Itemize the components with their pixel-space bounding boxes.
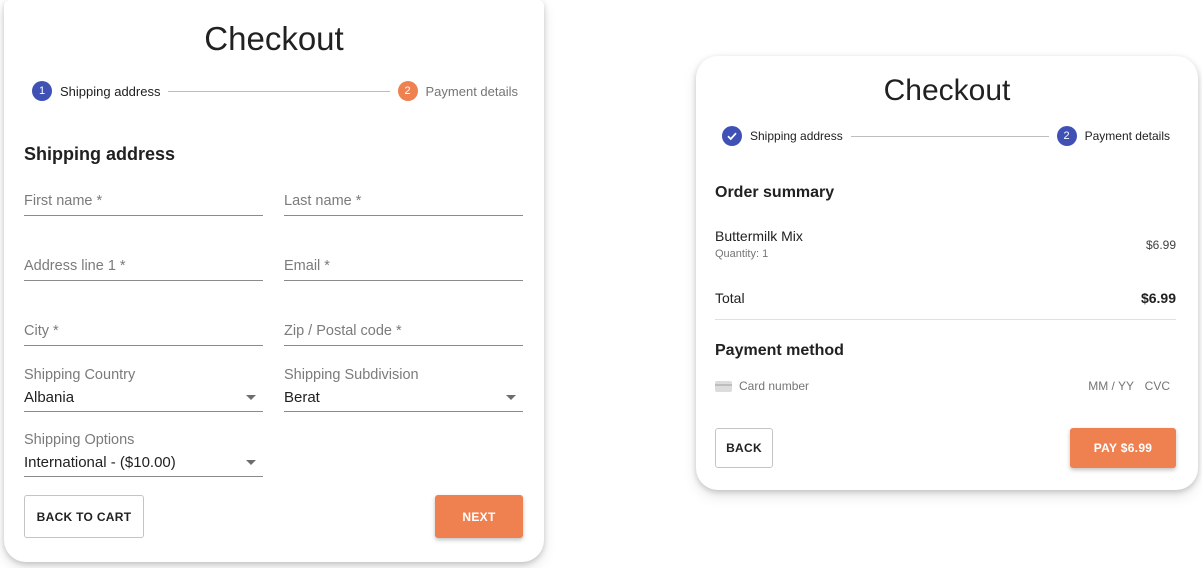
step-number-circle: 1	[32, 81, 52, 101]
city-field[interactable]: City *	[24, 316, 263, 346]
first-name-placeholder: First name *	[24, 193, 103, 209]
step-payment-details: 2 Payment details	[1056, 126, 1170, 146]
card-cvc-placeholder: CVC	[1144, 379, 1170, 393]
shipping-country-select[interactable]: Shipping Country Albania	[24, 367, 263, 412]
shipping-subdivision-value: Berat	[284, 389, 320, 406]
chevron-down-icon	[506, 395, 516, 400]
card-expiry-placeholder: MM / YY	[1088, 379, 1134, 393]
total-value: $6.99	[1140, 290, 1176, 306]
checkout-stepper: 1 Shipping address 2 Payment details	[32, 81, 518, 101]
step-label: Shipping address	[60, 83, 161, 99]
shipping-options-label: Shipping Options	[24, 432, 135, 448]
address-line1-placeholder: Address line 1 *	[24, 258, 126, 274]
step-label: Payment details	[425, 83, 519, 99]
chevron-down-icon	[246, 395, 256, 400]
back-button[interactable]: BACK	[715, 428, 773, 468]
step-shipping-address: Shipping address	[722, 126, 843, 146]
check-icon	[722, 126, 742, 146]
step-connector	[168, 90, 390, 92]
first-name-field[interactable]: First name *	[24, 186, 263, 216]
zip-placeholder: Zip / Postal code *	[284, 323, 402, 339]
step-label: Payment details	[1084, 129, 1170, 143]
step-label: Shipping address	[750, 129, 843, 143]
payment-checkout-card: Checkout Shipping address 2 Payment deta…	[696, 56, 1198, 490]
back-to-cart-button[interactable]: BACK TO CART	[24, 495, 144, 538]
address-line1-field[interactable]: Address line 1 *	[24, 251, 263, 281]
section-title: Shipping address	[24, 144, 176, 164]
order-summary-title: Order summary	[715, 184, 835, 201]
divider	[715, 319, 1176, 320]
step-payment-details: 2 Payment details	[397, 81, 519, 101]
checkout-title: Checkout	[204, 20, 344, 57]
step-connector	[850, 135, 1049, 137]
shipping-subdivision-select[interactable]: Shipping Subdivision Berat	[284, 367, 523, 412]
card-number-placeholder: Card number	[739, 379, 810, 393]
step-number-circle: 2	[397, 81, 418, 101]
item-name: Buttermilk Mix	[715, 228, 803, 244]
shipping-options-value: International - ($10.00)	[24, 454, 176, 471]
step-shipping-address: 1 Shipping address	[32, 81, 160, 101]
credit-card-icon	[715, 381, 732, 392]
shipping-subdivision-label: Shipping Subdivision	[284, 367, 419, 383]
shipping-checkout-card: Checkout 1 Shipping address 2 Payment de…	[4, 0, 544, 562]
step-number-circle: 2	[1056, 126, 1077, 146]
email-placeholder: Email *	[284, 258, 330, 274]
item-quantity: Quantity: 1	[715, 248, 769, 260]
email-field[interactable]: Email *	[284, 251, 523, 281]
last-name-field[interactable]: Last name *	[284, 186, 523, 216]
next-button[interactable]: NEXT	[435, 495, 523, 538]
city-placeholder: City *	[24, 323, 59, 339]
shipping-country-value: Albania	[24, 389, 75, 406]
chevron-down-icon	[246, 460, 256, 465]
pay-button[interactable]: PAY $6.99	[1070, 428, 1176, 468]
zip-field[interactable]: Zip / Postal code *	[284, 316, 523, 346]
checkout-stepper: Shipping address 2 Payment details	[722, 126, 1170, 146]
total-label: Total	[715, 290, 745, 306]
shipping-country-label: Shipping Country	[24, 367, 136, 383]
shipping-options-select[interactable]: Shipping Options International - ($10.00…	[24, 432, 263, 477]
card-input[interactable]: Card number MM / YY CVC	[715, 376, 1170, 398]
item-price: $6.99	[1145, 238, 1176, 252]
payment-method-title: Payment method	[715, 342, 844, 359]
last-name-placeholder: Last name *	[284, 193, 362, 209]
checkout-title: Checkout	[883, 74, 1011, 107]
